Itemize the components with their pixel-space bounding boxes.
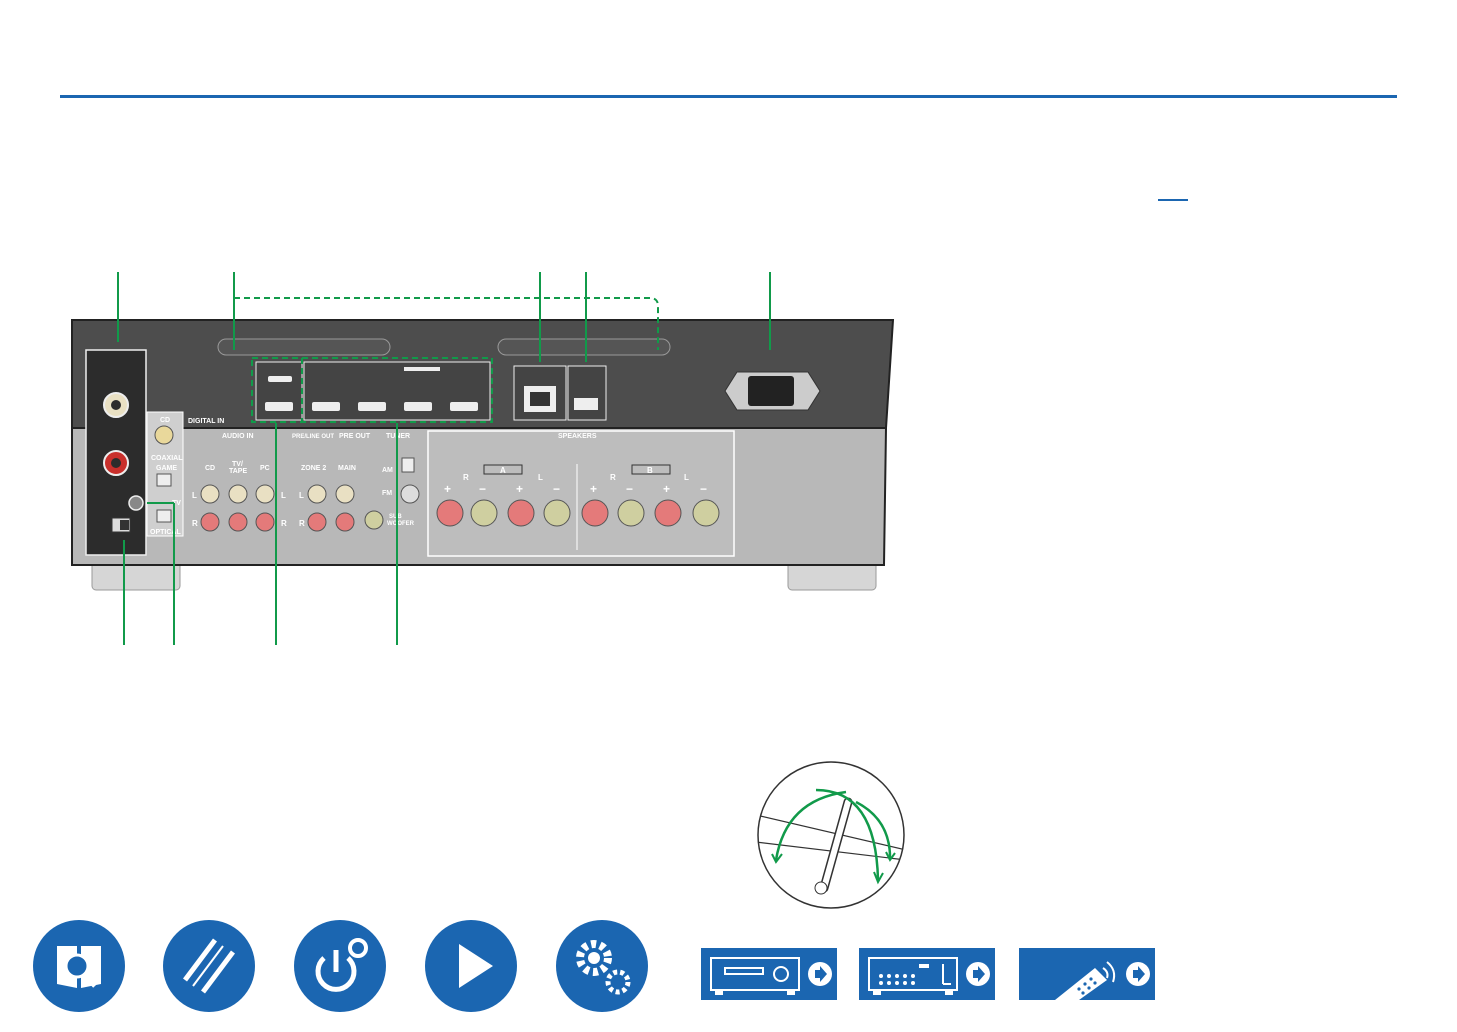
minus-1: − (479, 482, 486, 496)
page-link-underline[interactable] (1158, 199, 1188, 201)
coax-cd-label: CD (160, 417, 170, 424)
play-icon (459, 944, 493, 988)
pc-label: PC (260, 465, 270, 472)
remote-icon (1019, 948, 1155, 1000)
tv-tape-label-2: TAPE (229, 468, 247, 475)
spk-a-r-label: R (463, 473, 469, 482)
minus-4: − (700, 482, 707, 496)
digital-in-label: DIGITAL IN (188, 418, 224, 425)
rear-panel-button[interactable] (859, 948, 995, 1000)
gears-icon (576, 940, 631, 995)
plus-1: + (444, 482, 451, 496)
minus-3: − (626, 482, 633, 496)
antenna-angle-inset (757, 761, 905, 909)
tv-tape-label-1: TV/ (232, 461, 243, 468)
setup-button[interactable] (294, 920, 386, 1012)
audio-in-label: AUDIO IN (222, 433, 254, 440)
plus-2: + (516, 482, 523, 496)
optical-label: OPTICAL (150, 529, 181, 536)
rear-panel-icon (868, 957, 990, 995)
speakers-label: SPEAKERS (558, 433, 597, 440)
power-gear-icon (315, 938, 368, 992)
pre-out-label: PRE OUT (339, 433, 371, 440)
front-panel-button[interactable] (701, 948, 837, 1000)
settings-button[interactable] (556, 920, 648, 1012)
manual-search-icon (57, 946, 101, 988)
spk-b-r-label: R (610, 473, 616, 482)
pre-line-out-label: PRE/LINE OUT (292, 434, 334, 440)
audio-r-label: R (192, 519, 198, 528)
spk-b-l-label: L (684, 473, 689, 482)
subwoofer-label-1: SUB (389, 514, 402, 520)
rear-panel-illustration: DIGITAL IN AUDIO IN PRE/LINE OUT PRE OUT… (71, 272, 895, 645)
front-panel-icon (710, 957, 832, 995)
remote-button[interactable] (1019, 948, 1155, 1000)
cables-icon (183, 938, 235, 994)
spk-a-label: A (500, 466, 506, 475)
fm-label: FM (382, 490, 392, 497)
audio-l2-label: L (281, 491, 286, 500)
game-label: GAME (156, 465, 177, 472)
audio-r2-label: R (281, 519, 287, 528)
minus-2: − (553, 482, 560, 496)
plus-3: + (590, 482, 597, 496)
connections-button[interactable] (163, 920, 255, 1012)
spk-a-l-label: L (538, 473, 543, 482)
am-label: AM (382, 467, 393, 474)
contents-button[interactable] (33, 920, 125, 1012)
main-label: MAIN (338, 465, 356, 472)
zone2-r-label: R (299, 519, 305, 528)
zone2-l-label: L (299, 491, 304, 500)
zone2-label: ZONE 2 (301, 465, 326, 472)
playback-button[interactable] (425, 920, 517, 1012)
plus-4: + (663, 482, 670, 496)
audio-l-label: L (192, 491, 197, 500)
spk-b-label: B (647, 466, 653, 475)
tuner-label: TUNER (386, 433, 410, 440)
subwoofer-label-2: WOOFER (387, 521, 415, 527)
audio-cd-label: CD (205, 465, 215, 472)
coaxial-label: COAXIAL (151, 455, 183, 462)
